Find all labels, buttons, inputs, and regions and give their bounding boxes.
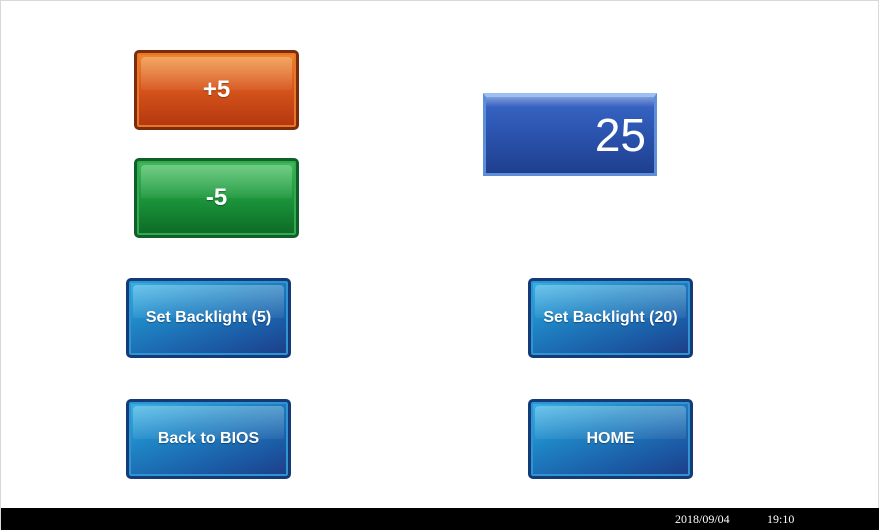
status-time: 19:10 bbox=[767, 512, 795, 526]
home-label: HOME bbox=[586, 430, 635, 447]
value-display-number: 25 bbox=[594, 109, 646, 161]
status-date: 2018/09/04 bbox=[675, 512, 730, 526]
increase-button-label: +5 bbox=[202, 76, 231, 103]
increase-button[interactable]: +5 bbox=[134, 50, 299, 130]
value-display: 25 bbox=[483, 93, 657, 176]
back-to-bios-label: Back to BIOS bbox=[157, 430, 260, 447]
decrease-button-label: -5 bbox=[205, 184, 228, 211]
screen: +5 -5 25 Set Backlight (5) Set Backlight… bbox=[0, 0, 879, 530]
set-backlight-20-button[interactable]: Set Backlight (20) bbox=[528, 278, 693, 358]
status-bar: 2018/09/04 19:10 bbox=[1, 508, 879, 530]
set-backlight-5-label: Set Backlight (5) bbox=[145, 309, 272, 326]
set-backlight-5-button[interactable]: Set Backlight (5) bbox=[126, 278, 291, 358]
home-button[interactable]: HOME bbox=[528, 399, 693, 479]
decrease-button[interactable]: -5 bbox=[134, 158, 299, 238]
back-to-bios-button[interactable]: Back to BIOS bbox=[126, 399, 291, 479]
set-backlight-20-label: Set Backlight (20) bbox=[543, 309, 678, 326]
